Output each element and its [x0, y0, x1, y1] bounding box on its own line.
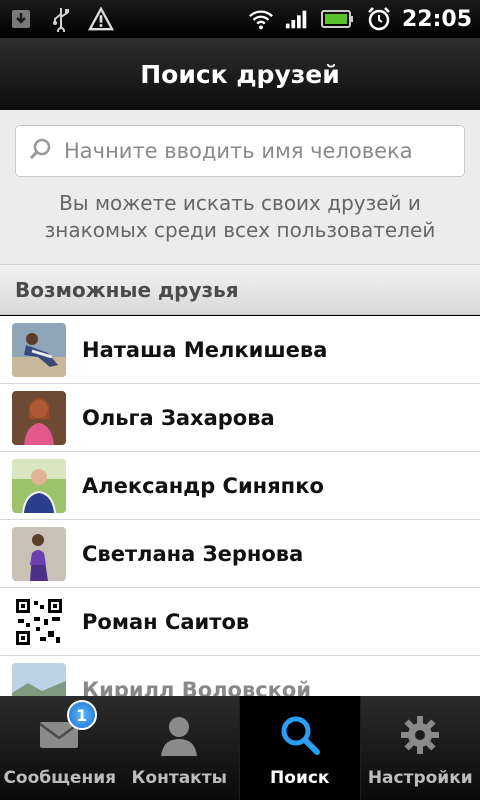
avatar [12, 390, 66, 445]
unread-badge: 1 [66, 700, 97, 730]
avatar [12, 322, 66, 377]
friend-name: Роман Саитов [82, 609, 250, 634]
status-time: 22:05 [401, 6, 472, 32]
tab-label: Контакты [131, 768, 227, 788]
title-bar: Поиск друзей [0, 38, 480, 110]
search-icon [28, 137, 52, 165]
list-item[interactable]: Кирилл Воловской [0, 656, 480, 696]
suggestions-list: Наташа Мелкишева Ольга Захарова Александ… [0, 316, 480, 696]
status-bar: 22:05 [0, 0, 480, 38]
search-hint-line2: знакомых среди всех пользователей [44, 218, 436, 242]
list-item[interactable]: Наташа Мелкишева [0, 316, 480, 384]
tab-search[interactable]: Поиск [239, 696, 361, 800]
suggestions-header: Возможные друзья [0, 265, 480, 315]
tab-label: Сообщения [3, 768, 117, 788]
tab-label: Поиск [270, 768, 330, 788]
friend-name: Наташа Мелкишева [82, 337, 328, 362]
magnifier-icon [275, 710, 325, 760]
search-area: Вы можете искать своих друзей и знакомых… [0, 110, 480, 265]
list-item[interactable]: Ольга Захарова [0, 384, 480, 452]
warning-icon [88, 6, 114, 32]
tab-contacts[interactable]: Контакты [120, 696, 240, 800]
download-icon [8, 6, 34, 32]
battery-icon [320, 6, 356, 32]
search-hint-line1: Вы можете искать своих друзей и [59, 191, 421, 215]
signal-icon [284, 6, 310, 32]
gear-icon [395, 710, 445, 760]
list-item[interactable]: Светлана Зернова [0, 520, 480, 588]
friend-name: Кирилл Воловской [82, 677, 312, 697]
search-hint: Вы можете искать своих друзей и знакомых… [0, 190, 480, 244]
suggestions-title: Возможные друзья [15, 277, 239, 302]
search-input[interactable] [64, 139, 444, 163]
envelope-icon: 1 [35, 700, 97, 760]
friend-name: Ольга Захарова [82, 405, 275, 430]
usb-icon [48, 6, 74, 32]
page-title: Поиск друзей [140, 59, 340, 89]
avatar [12, 458, 66, 513]
tab-settings[interactable]: Настройки [361, 696, 480, 800]
list-item[interactable]: Роман Саитов [0, 588, 480, 656]
list-item[interactable]: Александр Синяпко [0, 452, 480, 520]
friend-name: Александр Синяпко [82, 473, 324, 498]
friend-name: Светлана Зернова [82, 541, 304, 566]
bottom-nav: 1 Сообщения Контакты Поиск Настройки [0, 696, 480, 800]
person-icon [154, 710, 204, 760]
search-box[interactable] [15, 125, 465, 177]
avatar [12, 662, 66, 696]
avatar [12, 526, 66, 581]
avatar [12, 594, 66, 649]
tab-label: Настройки [367, 768, 473, 788]
alarm-icon [366, 6, 392, 32]
tab-messages[interactable]: 1 Сообщения [0, 696, 120, 800]
wifi-icon [248, 6, 274, 32]
